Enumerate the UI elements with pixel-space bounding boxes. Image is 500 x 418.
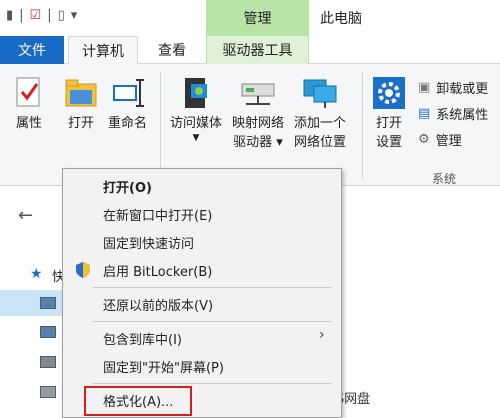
- drive-icon: [40, 356, 56, 368]
- manage-label: 管理: [435, 134, 462, 149]
- tab-computer[interactable]: 计算机: [68, 36, 138, 65]
- rename-label: 重命名: [108, 116, 148, 131]
- properties-quick-icon[interactable]: ☑: [30, 8, 42, 23]
- properties-icon: [16, 77, 40, 107]
- menu-separator: [93, 287, 331, 288]
- tab-view[interactable]: 查看: [140, 36, 204, 64]
- drive-icon: [40, 386, 56, 398]
- group-divider: [160, 72, 161, 180]
- network-drive-icon: [241, 83, 275, 105]
- new-folder-quick-icon[interactable]: ▯: [58, 8, 65, 23]
- settings-gear-icon: [373, 77, 405, 109]
- open-button[interactable]: 打开: [64, 76, 98, 133]
- add-network-location-button[interactable]: 添加一个 网络位置: [294, 76, 346, 152]
- uninstall-icon: ▣: [418, 80, 431, 95]
- menu-item-pin-start[interactable]: 固定到"开始"屏幕(P): [103, 355, 224, 377]
- uninstall-label: 卸载或更: [436, 82, 489, 97]
- tab-file[interactable]: 文件: [0, 36, 64, 64]
- window-icon: ▮: [6, 8, 14, 23]
- map-network-drive-button[interactable]: 映射网络 驱动器 ▾: [232, 76, 284, 152]
- menu-item-enable-bitlocker[interactable]: 启用 BitLocker(B): [103, 259, 212, 281]
- access-media-button[interactable]: 访问媒体 ▼: [170, 76, 222, 143]
- shield-icon: [76, 262, 90, 278]
- open-settings-label: 打开: [375, 116, 402, 131]
- menu-item-pin-quick-access[interactable]: 固定到快速访问: [103, 231, 194, 253]
- context-menu: 打开(O) 在新窗口中打开(E) 固定到快速访问 启用 BitLocker(B)…: [62, 168, 342, 418]
- chevron-down-icon: ▼: [192, 133, 200, 143]
- menu-item-include-library[interactable]: 包含到库中(I): [103, 327, 182, 349]
- computer-icon: [40, 297, 56, 309]
- system-properties-icon: ▤: [418, 106, 431, 121]
- divider-icon: |: [47, 8, 52, 23]
- chevron-right-icon: ›: [319, 327, 325, 343]
- ribbon-tab-row: 文件 计算机 查看 驱动器工具: [0, 36, 500, 65]
- menu-separator: [93, 383, 331, 384]
- window-title: 此电脑: [320, 11, 362, 27]
- media-server-icon: [185, 78, 207, 108]
- pictures-icon: [40, 326, 56, 338]
- access-media-label: 访问媒体: [170, 116, 223, 131]
- menu-item-open[interactable]: 打开(O): [103, 175, 152, 197]
- tab-drive-tools[interactable]: 驱动器工具: [206, 36, 309, 64]
- map-drive-label: 映射网络: [232, 116, 285, 131]
- menu-separator: [93, 321, 331, 322]
- properties-button[interactable]: 属性: [14, 76, 44, 133]
- back-arrow-icon[interactable]: ←: [18, 205, 33, 226]
- divider-icon: |: [19, 8, 24, 23]
- manage-icon: ⚙: [418, 132, 430, 147]
- manage-button[interactable]: ⚙ 管理: [418, 130, 462, 149]
- properties-label: 属性: [15, 116, 42, 131]
- system-properties-label: 系统属性: [436, 108, 489, 123]
- menu-item-open-new-window[interactable]: 在新窗口中打开(E): [103, 203, 212, 225]
- rename-button[interactable]: 重命名: [108, 76, 147, 133]
- sidebar-item-this-pc[interactable]: [0, 290, 70, 316]
- folder-icon: [65, 79, 97, 107]
- open-settings-button[interactable]: 打开 设置: [372, 76, 406, 152]
- group-label-system: 系统: [432, 172, 457, 186]
- group-divider: [362, 72, 363, 180]
- uninstall-button[interactable]: ▣ 卸载或更: [418, 78, 488, 97]
- network-location-icon: [303, 79, 337, 108]
- add-location-label-2: 网络位置: [294, 135, 347, 150]
- quick-access-toolbar: ▮ | ☑ | ▯ ▾: [6, 8, 77, 23]
- add-location-label: 添加一个: [294, 116, 347, 131]
- menu-item-restore-versions[interactable]: 还原以前的版本(V): [103, 293, 213, 315]
- rename-icon: [112, 79, 144, 107]
- star-icon: ★: [30, 266, 43, 282]
- dropdown-arrow-icon[interactable]: ▾: [71, 8, 78, 23]
- open-label: 打开: [67, 116, 94, 131]
- manage-context-tab[interactable]: 管理: [206, 0, 309, 36]
- system-properties-button[interactable]: ▤ 系统属性: [418, 104, 488, 123]
- open-settings-label-2: 设置: [375, 135, 402, 150]
- map-drive-label-2: 驱动器 ▾: [233, 135, 283, 150]
